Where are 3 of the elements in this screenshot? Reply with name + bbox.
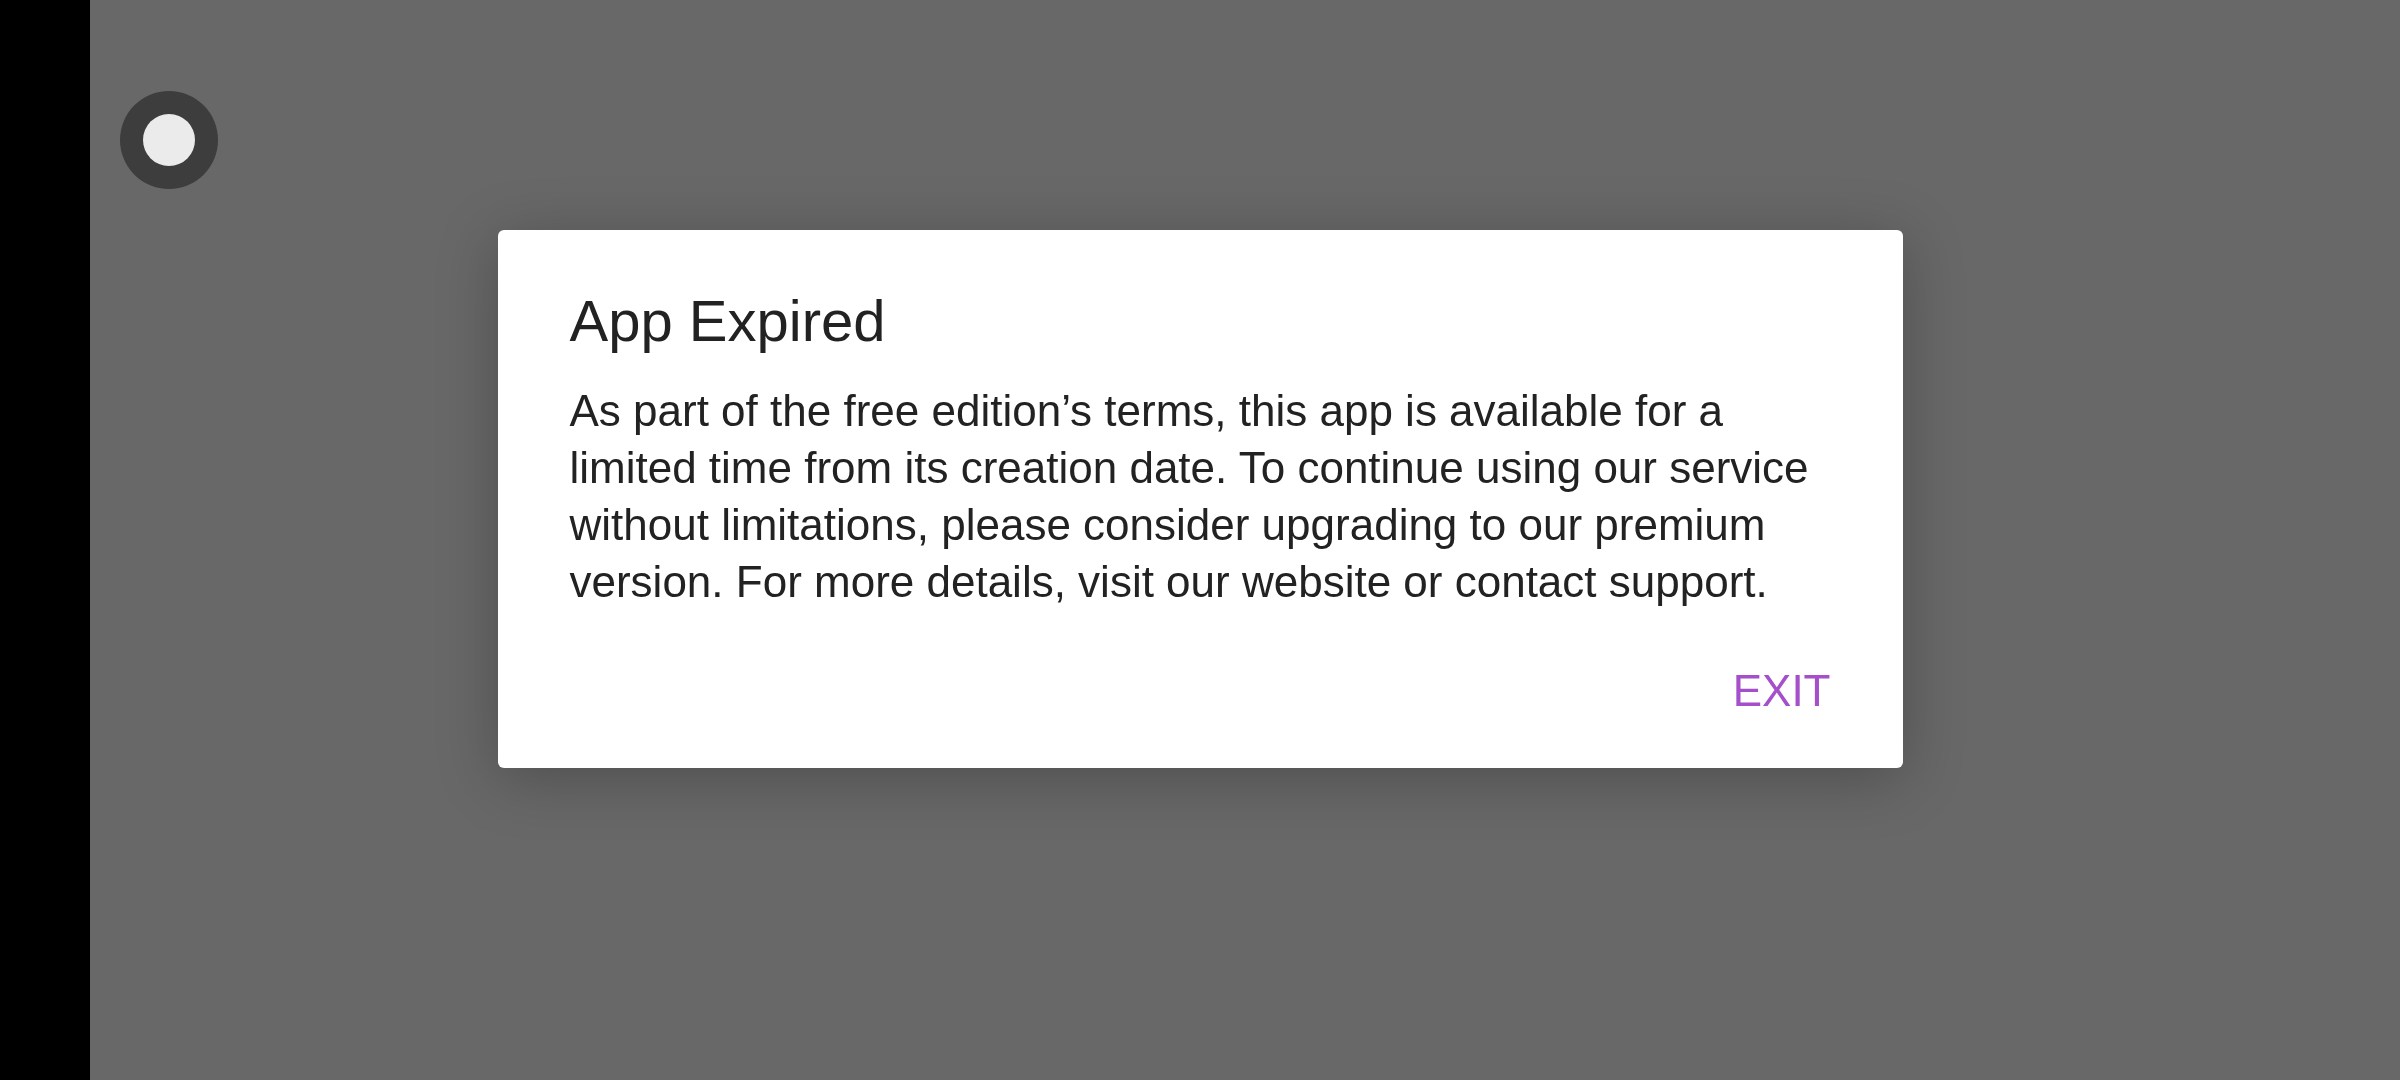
dialog-message: As part of the free edition’s terms, this app is available for a limited time from its creation date. To continue using our service without limitations, please consider upgrading to our premium version. For more details, visit our website or contact support. bbox=[569, 385, 1810, 608]
exit-button[interactable]: EXIT bbox=[1732, 658, 1831, 724]
dialog-title: App Expired bbox=[569, 287, 887, 355]
